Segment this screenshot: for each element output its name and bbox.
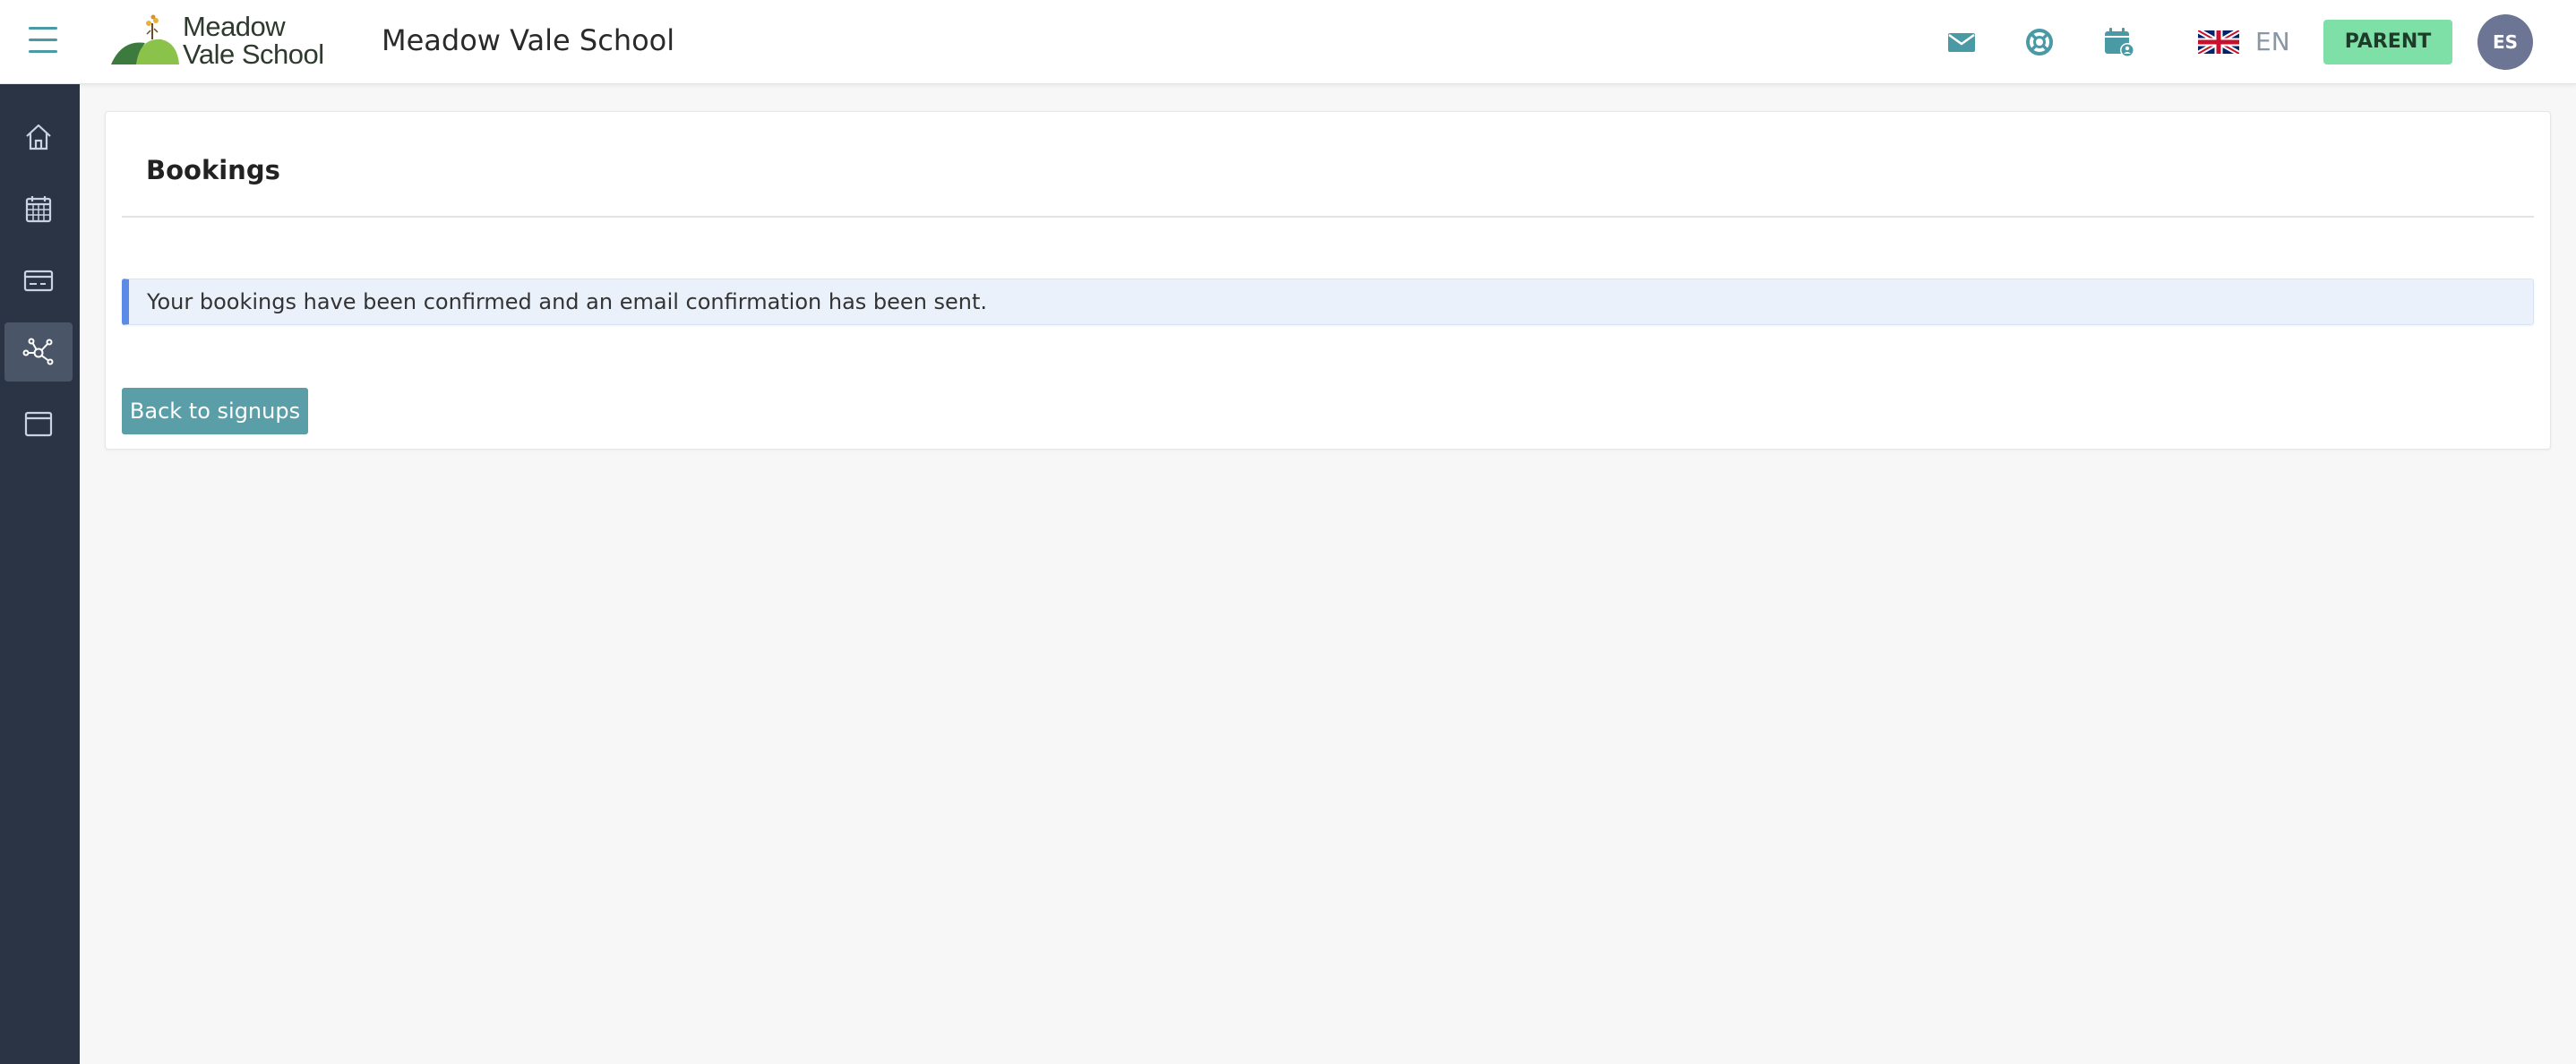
uk-flag-icon[interactable] (2196, 28, 2241, 56)
bookings-card: Bookings Your bookings have been confirm… (105, 111, 2551, 450)
alert-message: Your bookings have been confirmed and an… (147, 289, 988, 314)
sidebar-item-calendar[interactable] (4, 179, 73, 238)
mail-icon[interactable] (1945, 25, 1979, 59)
network-icon (22, 338, 54, 365)
sidebar-item-payments[interactable] (4, 251, 73, 310)
sidebar-item-home[interactable] (4, 107, 73, 167)
user-avatar[interactable]: ES (2477, 14, 2533, 70)
sidebar (0, 84, 80, 1064)
confirmation-alert: Your bookings have been confirmed and an… (122, 279, 2534, 325)
home-icon (26, 124, 51, 150)
role-badge[interactable]: PARENT (2323, 20, 2452, 64)
menu-icon[interactable] (27, 25, 63, 57)
calendar-user-icon[interactable] (2102, 25, 2136, 59)
payment-card-icon (23, 270, 54, 292)
school-logo[interactable]: Meadow Vale School (111, 13, 326, 72)
help-lifebuoy-icon[interactable] (2022, 25, 2057, 59)
browser-window-icon (24, 411, 53, 437)
language-selector[interactable]: EN (2255, 27, 2290, 56)
logo-line-2: Vale School (183, 39, 324, 70)
calendar-icon (25, 196, 52, 223)
back-to-signups-button[interactable]: Back to signups (122, 388, 308, 434)
school-title: Meadow Vale School (382, 23, 675, 57)
logo-line-1: Meadow (183, 11, 286, 42)
top-bar: Meadow Vale School Meadow Vale School EN… (0, 0, 2576, 84)
logo-text: Meadow Vale School (183, 13, 324, 68)
sidebar-item-signups[interactable] (4, 322, 73, 382)
divider (122, 216, 2534, 218)
hills-logo-icon (111, 14, 179, 64)
sidebar-item-window[interactable] (4, 394, 73, 453)
page-title: Bookings (146, 155, 280, 185)
